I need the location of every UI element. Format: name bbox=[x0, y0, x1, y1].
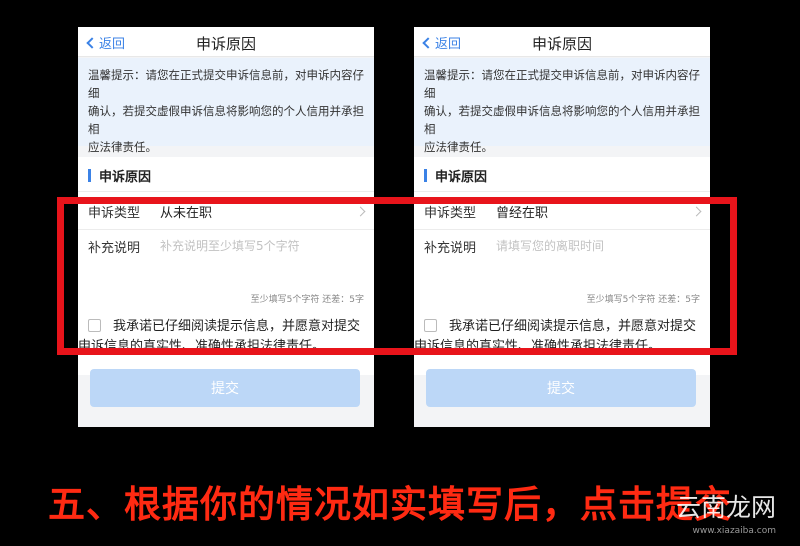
tip-line: 温馨提示：请您在正式提交申诉信息前，对申诉内容仔细 bbox=[88, 68, 364, 100]
section-bar-icon bbox=[88, 168, 91, 182]
appeal-type-row[interactable]: 申诉类型 曾经在职 bbox=[424, 199, 702, 223]
instruction-caption: 五、根据你的情况如实填写后，点击提交 bbox=[48, 483, 732, 526]
section-title: 申诉原因 bbox=[99, 169, 152, 185]
tip-line: 确认，若提交虚假申诉信息将影响您的个人信用并承担相 bbox=[424, 104, 700, 136]
agree-text: 申诉信息的真实性、准确性承担法律责任。 bbox=[414, 339, 662, 354]
char-counter: 至少填写5个字符 还差：5字 bbox=[250, 295, 364, 305]
agree-text: 我承诺已仔细阅读提示信息，并愿意对提交 bbox=[449, 319, 697, 334]
note-input[interactable]: 请填写您的离职时间 bbox=[496, 237, 604, 254]
watermark-brand: 云南龙网 bbox=[675, 493, 776, 522]
appeal-type-row[interactable]: 申诉类型 从未在职 bbox=[88, 199, 366, 223]
divider bbox=[414, 229, 710, 230]
note-input[interactable]: 补充说明至少填写5个字符 bbox=[160, 237, 300, 254]
section-title: 申诉原因 bbox=[435, 169, 488, 185]
char-counter: 至少填写5个字符 还差：5字 bbox=[586, 295, 700, 305]
agreement: 我承诺已仔细阅读提示信息，并愿意对提交 申诉信息的真实性、准确性承担法律责任。 bbox=[414, 317, 706, 357]
chevron-right-icon bbox=[691, 206, 702, 216]
warning-tip: 温馨提示：请您在正式提交申诉信息前，对申诉内容仔细 确认，若提交虚假申诉信息将影… bbox=[414, 58, 710, 154]
appeal-type-value: 从未在职 bbox=[160, 205, 213, 221]
phone-screen-right: 返回 申诉原因 温馨提示：请您在正式提交申诉信息前，对申诉内容仔细 确认，若提交… bbox=[414, 27, 710, 427]
appeal-form-card: 申诉原因 申诉类型 曾经在职 补充说明 请填写您的离职时间 至少填写5个字符 还… bbox=[414, 157, 710, 375]
page-title: 申诉原因 bbox=[531, 35, 592, 53]
agree-text: 我承诺已仔细阅读提示信息，并愿意对提交 bbox=[113, 319, 361, 334]
appeal-type-label: 申诉类型 bbox=[88, 205, 141, 221]
divider bbox=[414, 191, 710, 192]
tip-line: 应法律责任。 bbox=[424, 140, 493, 154]
section-bar-icon bbox=[424, 168, 427, 182]
section-header: 申诉原因 bbox=[424, 165, 487, 185]
appeal-type-label: 申诉类型 bbox=[424, 205, 477, 221]
note-label: 补充说明 bbox=[424, 241, 477, 256]
submit-button[interactable]: 提交 bbox=[426, 369, 696, 407]
warning-tip: 温馨提示：请您在正式提交申诉信息前，对申诉内容仔细 确认，若提交虚假申诉信息将影… bbox=[78, 58, 374, 154]
appeal-type-value: 曾经在职 bbox=[496, 205, 549, 221]
tip-line: 温馨提示：请您在正式提交申诉信息前，对申诉内容仔细 bbox=[424, 68, 700, 100]
note-label: 补充说明 bbox=[88, 241, 141, 256]
nav-bar: 返回 申诉原因 bbox=[78, 27, 374, 57]
chevron-right-icon bbox=[355, 206, 366, 216]
divider bbox=[78, 229, 374, 230]
agreement: 我承诺已仔细阅读提示信息，并愿意对提交 申诉信息的真实性、准确性承担法律责任。 bbox=[78, 317, 370, 357]
tip-line: 确认，若提交虚假申诉信息将影响您的个人信用并承担相 bbox=[88, 104, 364, 136]
divider bbox=[78, 191, 374, 192]
submit-button[interactable]: 提交 bbox=[90, 369, 360, 407]
agree-text: 申诉信息的真实性、准确性承担法律责任。 bbox=[78, 339, 326, 354]
agree-checkbox[interactable] bbox=[424, 319, 437, 332]
page-title: 申诉原因 bbox=[195, 35, 256, 53]
appeal-form-card: 申诉原因 申诉类型 从未在职 补充说明 补充说明至少填写5个字符 至少填写5个字… bbox=[78, 157, 374, 375]
nav-bar: 返回 申诉原因 bbox=[414, 27, 710, 57]
agree-checkbox[interactable] bbox=[88, 319, 101, 332]
section-header: 申诉原因 bbox=[88, 165, 151, 185]
phone-screen-left: 返回 申诉原因 温馨提示：请您在正式提交申诉信息前，对申诉内容仔细 确认，若提交… bbox=[78, 27, 374, 427]
tip-line: 应法律责任。 bbox=[88, 140, 157, 154]
watermark-site: www.xiazaiba.com bbox=[692, 526, 776, 536]
